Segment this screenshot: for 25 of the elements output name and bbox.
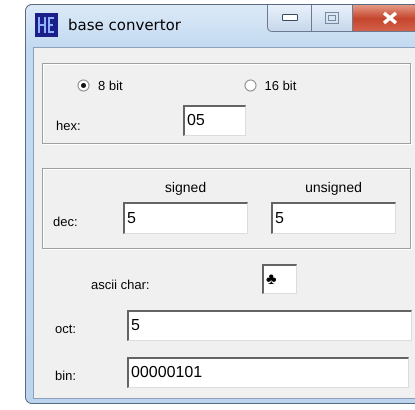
field-label: bin: <box>55 368 77 383</box>
hex-field[interactable]: 05 <box>183 105 246 136</box>
close-button[interactable] <box>353 5 415 32</box>
column-heading: unsigned <box>304 179 363 195</box>
radio-button[interactable]: 16 bit <box>244 78 296 93</box>
radio-icon <box>244 79 256 92</box>
minimize-button[interactable] <box>267 5 312 32</box>
field-label: dec: <box>53 214 79 228</box>
dec-field[interactable]: 5 <box>123 202 248 234</box>
window-title: base convertor <box>68 16 181 34</box>
column-heading: signed <box>164 179 208 195</box>
maximize-icon <box>325 12 339 24</box>
close-icon <box>380 10 398 24</box>
radio-button[interactable]: 8 bit <box>77 78 123 93</box>
field-label: oct: <box>55 321 77 336</box>
minimize-icon <box>282 14 298 21</box>
bin-field[interactable]: 00000101 <box>127 357 409 388</box>
dec-field[interactable]: 5 <box>271 202 396 234</box>
field-label: hex: <box>56 118 82 133</box>
field-label: ascii char: <box>91 276 151 292</box>
ascii-field[interactable]: ♣ <box>262 264 297 294</box>
oct-field[interactable]: 5 <box>127 310 412 341</box>
radio-icon <box>77 79 90 92</box>
maximize-button[interactable] <box>312 5 353 32</box>
app-icon <box>35 13 58 37</box>
